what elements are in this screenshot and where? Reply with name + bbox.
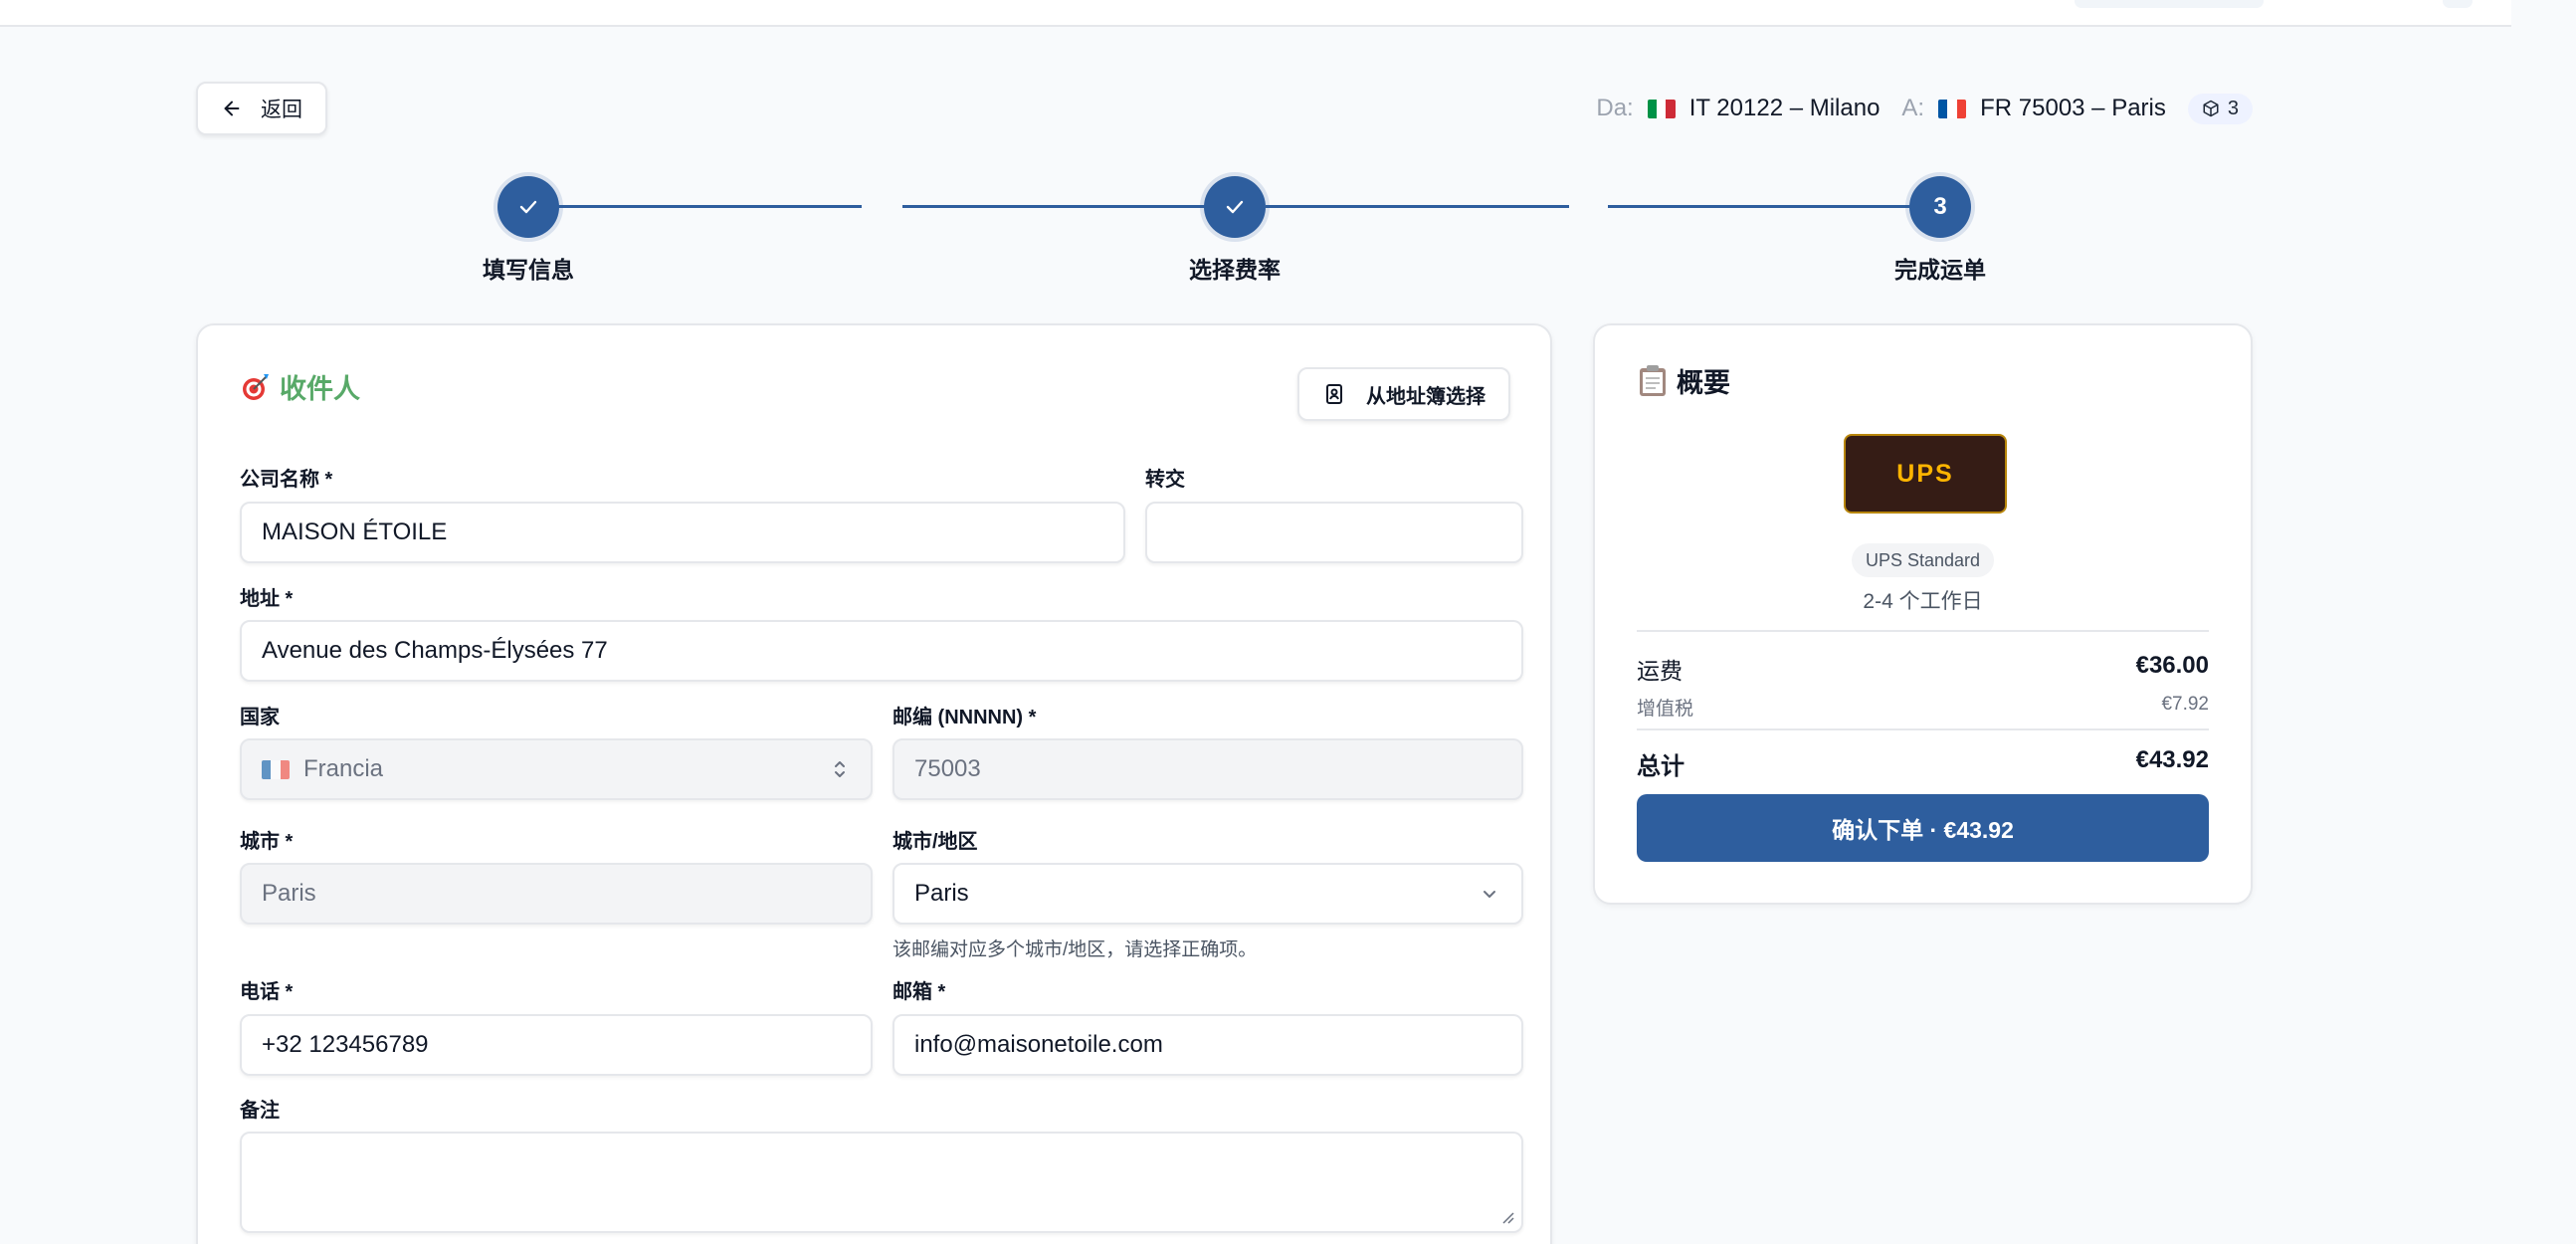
top-bar (0, 0, 2511, 27)
notes-label: 备注 (240, 1100, 280, 1122)
notes-textarea[interactable] (240, 1132, 1523, 1233)
resize-grip-icon[interactable] (1499, 1209, 1515, 1225)
back-label: 返回 (261, 99, 302, 121)
check-icon (1226, 200, 1244, 214)
step-connector (558, 205, 862, 208)
ups-logo-text: UPS (1896, 459, 1954, 488)
summary-title: 概要 (1637, 361, 1730, 400)
clipboard-icon (1640, 364, 1666, 396)
country-label: 国家 (240, 707, 280, 728)
email-label: 邮箱 * (892, 981, 946, 1003)
address-value: Avenue des Champs-Élysées 77 (262, 637, 608, 664)
step-1-label: 填写信息 (483, 257, 574, 283)
top-bar-item (2075, 0, 2264, 8)
summary-card: 概要 UPS UPS Standard 2-4 个工作日 运费 €36.00 增… (1593, 323, 2253, 905)
step-1-circle (497, 176, 559, 238)
from-value: IT 20122 – Milano (1688, 95, 1881, 121)
zip-value: 75003 (914, 755, 981, 782)
shipping-label: 运费 (1637, 658, 1683, 684)
attn-label: 转交 (1145, 469, 1185, 491)
total-value: €43.92 (2135, 746, 2209, 773)
ups-logo: UPS (1844, 434, 2007, 514)
zip-input[interactable]: 75003 (892, 738, 1523, 800)
company-value: MAISON ÉTOILE (262, 518, 448, 545)
country-select[interactable]: Francia (240, 738, 873, 800)
phone-value: +32 123456789 (262, 1031, 429, 1058)
france-flag-icon (262, 759, 290, 779)
vat-label: 增值税 (1637, 699, 1694, 720)
chevron-down-icon (1484, 891, 1495, 898)
transit-time: 2-4 个工作日 (1863, 590, 1983, 613)
from-label: Da: (1596, 95, 1634, 121)
total-row: 总计 €43.92 (1637, 746, 2209, 781)
step-3-circle: 3 (1909, 176, 1971, 238)
district-select[interactable]: Paris (892, 863, 1523, 925)
recipient-title-text: 收件人 (280, 374, 360, 404)
recipient-card: 收件人 从地址簿选择 公司名称 * MAISON ÉTOILE 转交 地址 * … (196, 323, 1552, 1244)
district-label: 城市/地区 (892, 831, 978, 853)
package-count: 3 (2227, 97, 2239, 119)
country-value: Francia (303, 755, 384, 782)
step-connector (1266, 205, 1569, 208)
city-input[interactable]: Paris (240, 863, 873, 925)
phone-input[interactable]: +32 123456789 (240, 1014, 873, 1076)
route-info: Da: IT 20122 – Milano A: FR 75003 – Pari… (1596, 90, 2253, 127)
step-2-circle (1204, 176, 1266, 238)
phone-label: 电话 * (240, 981, 294, 1003)
email-value: info@maisonetoile.com (914, 1031, 1163, 1058)
to-value: FR 75003 – Paris (1980, 95, 2166, 121)
service-badge: UPS Standard (1852, 543, 1995, 577)
step-3-label: 完成运单 (1894, 257, 1986, 283)
service-name: UPS Standard (1866, 549, 1981, 570)
address-book-button[interactable]: 从地址簿选择 (1297, 367, 1510, 421)
zip-label: 邮编 (NNNNN) * (892, 707, 1037, 728)
address-label: 地址 * (240, 588, 294, 610)
chevron-up-down-icon (835, 761, 845, 777)
address-input[interactable]: Avenue des Champs-Élysées 77 (240, 620, 1523, 682)
contact-book-icon (1326, 384, 1342, 404)
arrow-left-icon (224, 101, 240, 116)
summary-divider (1637, 728, 2209, 730)
summary-title-text: 概要 (1677, 368, 1730, 398)
shipping-row: 运费 €36.00 (1637, 652, 2209, 686)
district-value: Paris (914, 880, 969, 907)
company-input[interactable]: MAISON ÉTOILE (240, 502, 1125, 563)
check-icon (519, 200, 537, 214)
step-3-number: 3 (1933, 193, 1947, 220)
city-label: 城市 * (240, 831, 294, 853)
italy-flag-icon (1647, 99, 1676, 118)
city-value: Paris (262, 880, 316, 907)
confirm-order-label: 确认下单 · €43.92 (1832, 817, 2014, 843)
attn-input[interactable] (1145, 502, 1523, 563)
vat-value: €7.92 (2161, 694, 2209, 715)
company-label: 公司名称 * (240, 469, 333, 491)
recipient-title: 收件人 (240, 367, 360, 406)
package-icon (2203, 100, 2219, 117)
france-flag-icon (1938, 99, 1967, 118)
confirm-order-button[interactable]: 确认下单 · €43.92 (1637, 794, 2209, 862)
address-book-label: 从地址簿选择 (1366, 385, 1486, 408)
back-button[interactable]: 返回 (196, 82, 327, 135)
top-bar-item (2443, 0, 2473, 8)
total-label: 总计 (1637, 753, 1684, 780)
vat-row: 增值税 €7.92 (1637, 694, 2209, 721)
target-icon (243, 373, 269, 400)
package-count-badge: 3 (2187, 93, 2253, 124)
step-connector (902, 205, 1235, 208)
summary-divider (1637, 630, 2209, 632)
step-connector (1608, 205, 1916, 208)
to-label: A: (1901, 95, 1925, 121)
district-hint: 该邮编对应多个城市/地区，请选择正确项。 (892, 939, 1258, 960)
email-input[interactable]: info@maisonetoile.com (892, 1014, 1523, 1076)
shipping-value: €36.00 (2135, 652, 2209, 679)
step-2-label: 选择费率 (1189, 257, 1281, 283)
